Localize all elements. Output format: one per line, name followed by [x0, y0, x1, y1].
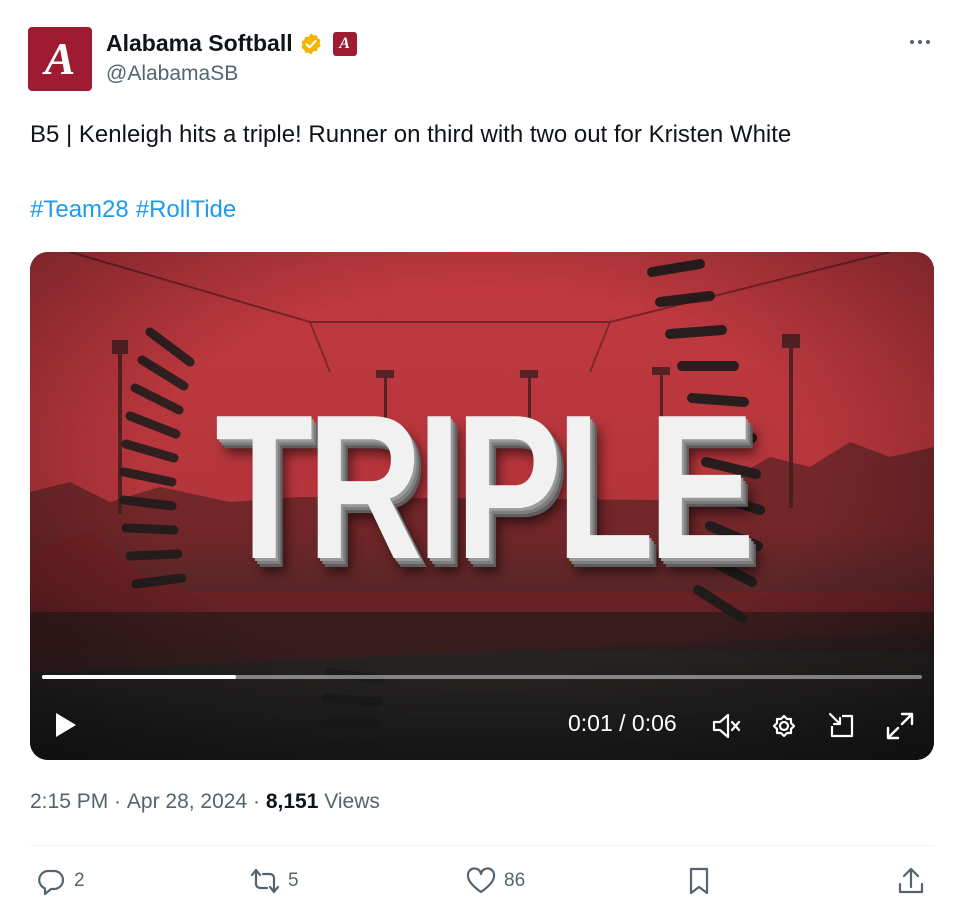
reply-icon [38, 869, 65, 896]
dot-icon [926, 40, 930, 44]
display-name[interactable]: Alabama Softball [106, 30, 293, 57]
views-count: 8,151 [265, 790, 319, 813]
video-progress-bar[interactable] [42, 675, 922, 679]
dot-icon [910, 40, 914, 44]
more-options-button[interactable] [902, 28, 938, 56]
tweet-time[interactable]: 2:15 PM [30, 790, 108, 814]
divider [30, 845, 934, 846]
hashtag-rolltide[interactable]: #RollTide [136, 196, 237, 224]
repost-icon [250, 868, 280, 894]
account-name-row: Alabama Softball A [106, 30, 357, 57]
reply-count: 2 [74, 870, 85, 891]
hashtags: #Team28 #RollTide [30, 196, 236, 224]
repost-button[interactable]: 5 [250, 866, 299, 896]
settings-icon[interactable] [768, 710, 800, 742]
video-player[interactable]: TRIPLE 0:01 / 0:06 [30, 252, 934, 760]
like-count: 86 [504, 870, 526, 891]
bookmark-button[interactable] [684, 866, 714, 896]
share-button[interactable] [896, 866, 926, 896]
tweet-date[interactable]: Apr 28, 2024 [127, 790, 247, 814]
repost-count: 5 [288, 870, 299, 891]
affiliate-badge-letter: A [339, 34, 350, 52]
affiliate-badge-icon[interactable]: A [332, 31, 357, 56]
dot-icon [918, 40, 922, 44]
play-icon[interactable] [50, 710, 80, 740]
share-icon [898, 867, 924, 894]
hashtag-team28[interactable]: #Team28 [30, 196, 129, 224]
heart-icon [466, 867, 496, 894]
tweet-meta: 2:15 PM · Apr 28, 2024 · 8,151 Views [30, 790, 380, 814]
bookmark-icon [689, 867, 709, 895]
avatar-letter: A [44, 33, 76, 84]
fullscreen-icon[interactable] [884, 710, 916, 742]
like-button[interactable]: 86 [466, 866, 525, 896]
video-overlay-text: TRIPLE [215, 372, 755, 602]
meta-separator: · [108, 790, 127, 813]
picture-in-picture-icon[interactable] [826, 710, 858, 742]
tweet-text: B5 | Kenleigh hits a triple! Runner on t… [30, 121, 792, 148]
verified-badge-icon[interactable] [299, 32, 323, 56]
video-time: 0:01 / 0:06 [568, 710, 677, 736]
mute-icon[interactable] [710, 710, 742, 742]
account-handle[interactable]: @AlabamaSB [106, 62, 238, 86]
meta-separator: · [247, 790, 266, 813]
video-progress-fill [42, 675, 236, 679]
avatar[interactable]: A [28, 27, 92, 91]
reply-button[interactable]: 2 [36, 866, 85, 896]
views-label: Views [318, 790, 380, 813]
